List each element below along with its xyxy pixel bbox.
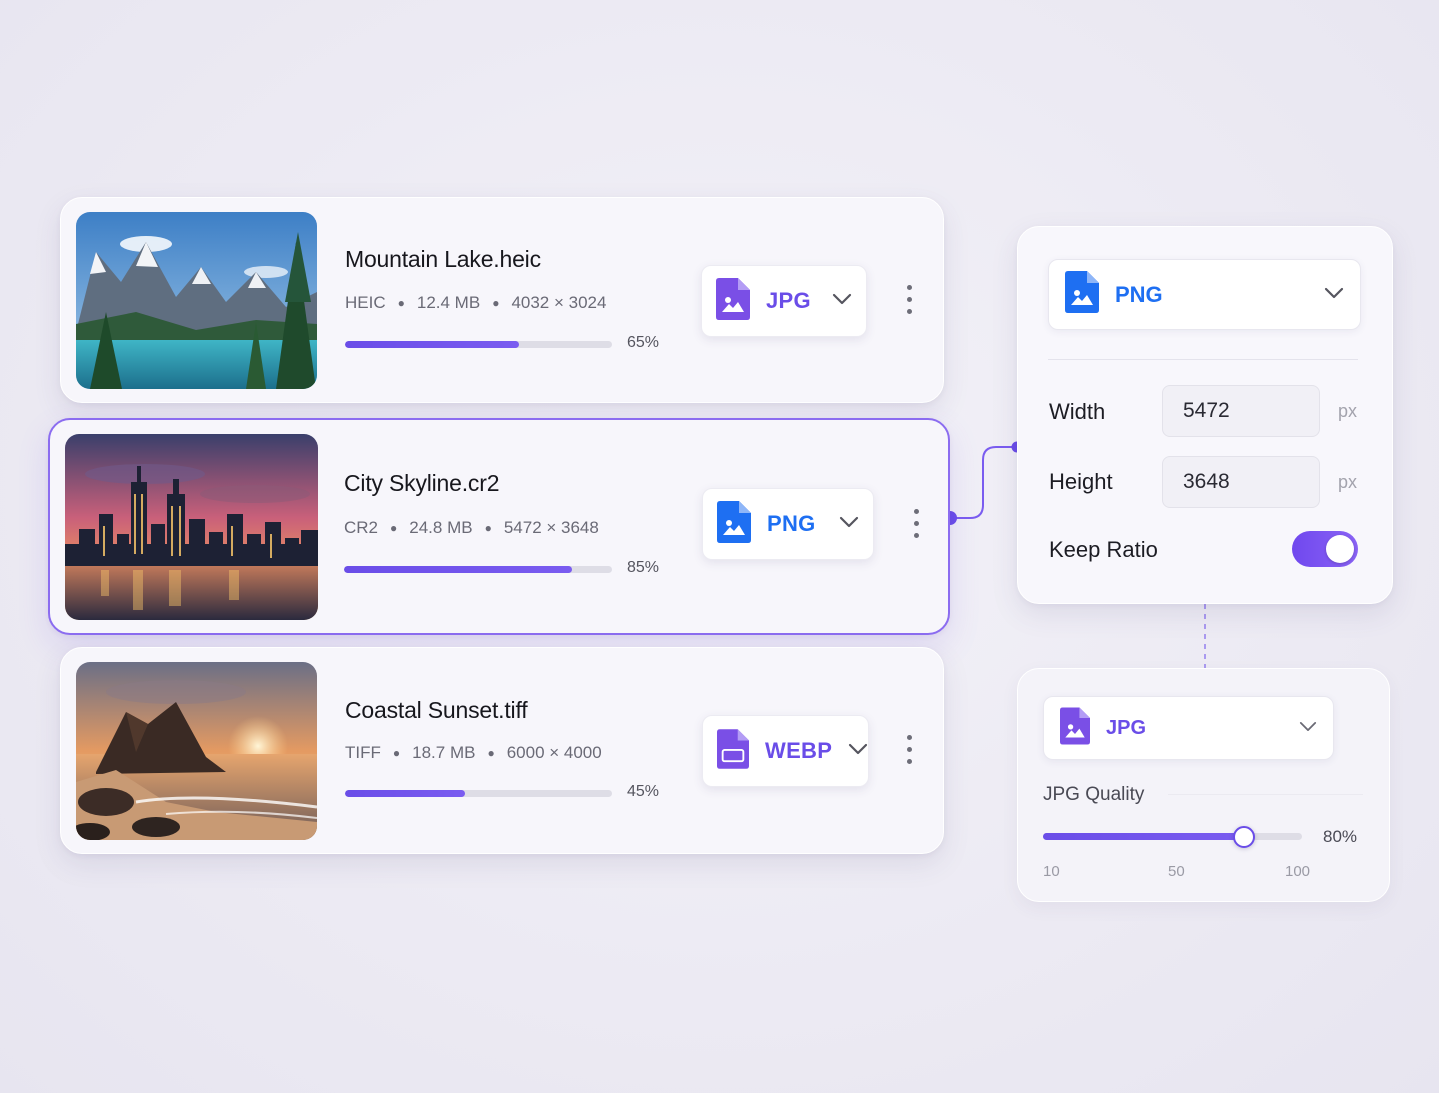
file-image-icon — [1060, 706, 1090, 750]
height-input[interactable] — [1162, 456, 1320, 508]
progress-percent: 65% — [627, 334, 660, 351]
file-image-icon — [716, 277, 750, 325]
thumbnail-coastal-sunset — [76, 662, 317, 840]
height-label: Height — [1049, 469, 1113, 494]
kebab-menu-icon[interactable] — [904, 735, 914, 764]
file-image-icon — [1065, 271, 1099, 318]
progress-percent: 85% — [627, 559, 660, 576]
panel-divider — [1168, 794, 1363, 795]
chevron-down-icon — [1299, 719, 1317, 737]
output-format-label: WEBP — [765, 738, 833, 763]
slider-fill — [1043, 833, 1245, 840]
meta-separator: ● — [492, 296, 500, 310]
progress-fill — [345, 341, 519, 348]
chevron-down-icon — [1324, 286, 1344, 304]
file-dimensions: 4032 × 3024 — [511, 293, 607, 312]
conversion-progress-bar — [345, 790, 612, 797]
quality-settings-panel: JPG JPG Quality 80% 10 50 100 — [1017, 668, 1390, 902]
progress-fill — [344, 566, 572, 573]
quality-format-select[interactable]: JPG — [1043, 696, 1334, 760]
chevron-down-icon — [839, 515, 859, 533]
thumbnail-city-skyline — [65, 434, 318, 620]
panel-format-select[interactable]: PNG — [1048, 259, 1361, 330]
output-format-select[interactable]: JPG — [701, 265, 867, 337]
thumbnail-mountain-lake — [76, 212, 317, 389]
quality-value: 80% — [1323, 827, 1358, 846]
file-meta: TIFF ● 18.7 MB ● 6000 × 4000 — [345, 743, 602, 763]
file-card-city-skyline[interactable]: City Skyline.cr2 CR2 ● 24.8 MB ● 5472 × … — [48, 418, 950, 635]
meta-separator: ● — [397, 296, 405, 310]
keep-ratio-toggle[interactable] — [1292, 531, 1358, 567]
slider-tick-max: 100 — [1285, 863, 1311, 880]
chevron-down-icon — [848, 742, 868, 760]
width-input[interactable] — [1162, 385, 1320, 437]
width-label: Width — [1049, 399, 1106, 424]
slider-thumb[interactable] — [1233, 825, 1256, 848]
file-size: 24.8 MB — [409, 518, 473, 537]
quality-label: JPG Quality — [1043, 784, 1145, 805]
meta-separator: ● — [487, 746, 495, 760]
chevron-down-icon — [832, 292, 852, 310]
resize-settings-panel: PNG Width px Height px Keep Ratio — [1017, 226, 1393, 604]
file-size: 18.7 MB — [412, 743, 476, 762]
slider-tick-min: 10 — [1043, 863, 1060, 880]
meta-separator: ● — [484, 521, 492, 535]
meta-separator: ● — [390, 521, 398, 535]
panel-format-label: PNG — [1115, 281, 1163, 307]
file-format: CR2 — [344, 518, 379, 537]
output-format-label: JPG — [766, 288, 811, 313]
progress-fill — [345, 790, 466, 797]
file-name: Mountain Lake.heic — [345, 246, 541, 272]
file-name: City Skyline.cr2 — [344, 470, 500, 496]
width-unit: px — [1338, 401, 1358, 421]
file-meta: HEIC ● 12.4 MB ● 4032 × 3024 — [345, 293, 606, 313]
file-format: HEIC — [345, 293, 386, 312]
file-dimensions: 5472 × 3648 — [503, 518, 599, 537]
file-card-mountain-lake[interactable]: Mountain Lake.heic HEIC ● 12.4 MB ● 4032… — [60, 197, 944, 403]
file-card-coastal-sunset[interactable]: Coastal Sunset.tiff TIFF ● 18.7 MB ● 600… — [60, 647, 944, 854]
file-format: TIFF — [345, 743, 381, 762]
kebab-menu-icon[interactable] — [911, 509, 921, 538]
meta-separator: ● — [392, 746, 401, 760]
height-unit: px — [1338, 472, 1358, 492]
file-dimensions: 6000 × 4000 — [506, 743, 602, 762]
quality-format-label: JPG — [1106, 716, 1147, 739]
file-image-icon — [717, 500, 751, 548]
output-format-select[interactable]: WEBP — [702, 715, 869, 787]
progress-percent: 45% — [627, 783, 660, 800]
quality-slider[interactable] — [1043, 825, 1302, 848]
file-size: 12.4 MB — [416, 293, 481, 312]
output-format-select[interactable]: PNG — [702, 488, 874, 560]
toggle-knob — [1326, 535, 1354, 563]
panel-divider — [1048, 359, 1358, 360]
keep-ratio-label: Keep Ratio — [1049, 537, 1158, 562]
slider-tick-mid: 50 — [1168, 863, 1185, 880]
conversion-progress-bar — [345, 341, 612, 348]
file-image-icon — [717, 728, 749, 775]
kebab-menu-icon[interactable] — [904, 285, 914, 314]
output-format-label: PNG — [767, 511, 816, 536]
file-name: Coastal Sunset.tiff — [345, 697, 528, 723]
file-meta: CR2 ● 24.8 MB ● 5472 × 3648 — [344, 518, 599, 538]
conversion-progress-bar — [344, 566, 612, 573]
